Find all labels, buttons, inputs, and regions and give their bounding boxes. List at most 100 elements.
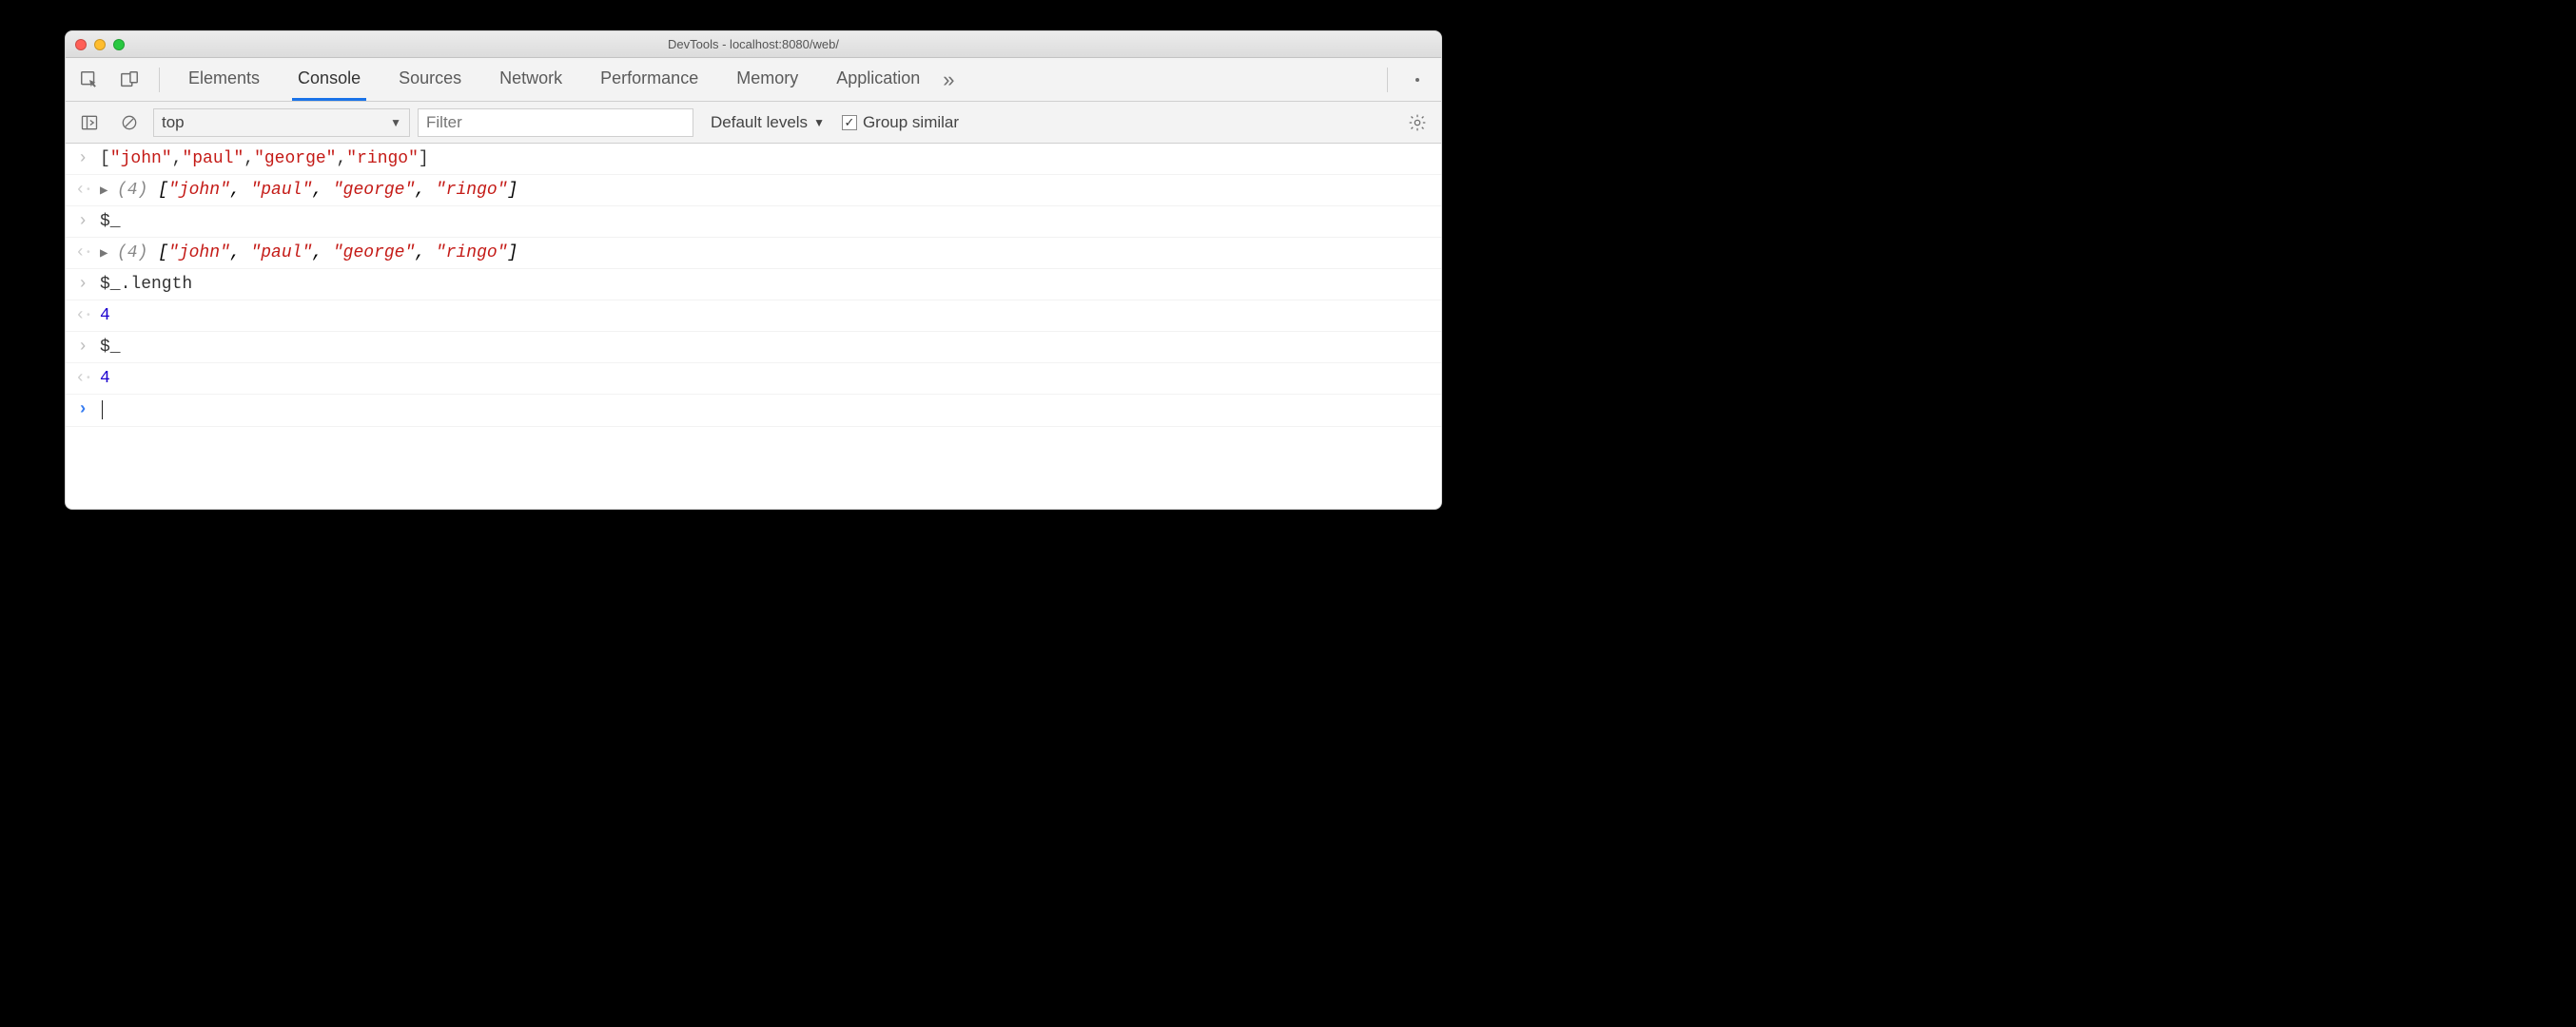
text-cursor <box>102 400 103 419</box>
tab-performance[interactable]: Performance <box>595 58 704 101</box>
token: "ringo" <box>436 181 508 200</box>
panel-tabs: Elements Console Sources Network Performance… <box>173 58 926 101</box>
tab-elements[interactable]: Elements <box>183 58 265 101</box>
array-length-meta: (4) <box>117 243 158 262</box>
console-settings-button[interactable] <box>1401 113 1434 132</box>
output-chevron-icon: ‹• <box>75 369 90 388</box>
token: 4 <box>100 306 110 325</box>
checkbox-icon <box>842 115 857 130</box>
expand-toggle-icon[interactable]: ▶ <box>100 183 113 199</box>
tab-network[interactable]: Network <box>494 58 568 101</box>
token: , <box>336 149 346 168</box>
input-chevron-icon: › <box>75 212 90 231</box>
token: "ringo" <box>436 243 508 262</box>
console-row-body: ["john","paul","george","ringo"] <box>100 149 1432 168</box>
console-row: › $_.length <box>66 269 1441 300</box>
output-chevron-icon: ‹• <box>75 243 90 262</box>
more-tabs-button[interactable]: » <box>933 68 964 92</box>
console-row: › $_ <box>66 206 1441 238</box>
input-chevron-icon: › <box>75 338 90 357</box>
console-row: ‹• 4 <box>66 300 1441 332</box>
divider <box>159 68 160 92</box>
console-row-body: 4 <box>100 306 1432 325</box>
log-levels-label: Default levels <box>711 113 808 132</box>
console-row: › ["john","paul","george","ringo"] <box>66 144 1441 175</box>
token: "george" <box>333 181 415 200</box>
settings-menu-button[interactable] <box>1401 76 1434 84</box>
token: "george" <box>333 243 415 262</box>
token: , <box>415 181 436 200</box>
console-row: › <box>66 395 1441 427</box>
token: [ <box>158 181 168 200</box>
input-chevron-icon: › <box>75 275 90 294</box>
window-title: DevTools - localhost:8080/web/ <box>66 37 1441 51</box>
execution-context-select[interactable]: top ▼ <box>153 108 410 137</box>
token: "paul" <box>182 149 244 168</box>
inspect-element-icon[interactable] <box>73 64 106 96</box>
console-row-body: $_ <box>100 338 1432 357</box>
token: ] <box>508 243 518 262</box>
expand-toggle-icon[interactable]: ▶ <box>100 245 113 262</box>
token: , <box>230 181 251 200</box>
token: , <box>244 149 254 168</box>
token: , <box>172 149 183 168</box>
console-row: ‹• 4 <box>66 363 1441 395</box>
token: $_ <box>100 212 121 231</box>
console-row-body: ▶(4) ["john", "paul", "george", "ringo"] <box>100 181 1432 200</box>
token: "ringo" <box>346 149 419 168</box>
token: ] <box>419 149 429 168</box>
zoom-window-button[interactable] <box>113 39 125 50</box>
toggle-console-sidebar-icon[interactable] <box>73 107 106 139</box>
console-row-body: 4 <box>100 369 1432 388</box>
console-row-body[interactable] <box>100 400 1432 420</box>
token: , <box>312 243 333 262</box>
console-row-body: $_.length <box>100 275 1432 294</box>
tab-console[interactable]: Console <box>292 58 366 101</box>
device-toolbar-icon[interactable] <box>113 64 146 96</box>
token: [ <box>158 243 168 262</box>
group-similar-label: Group similar <box>863 113 959 132</box>
console-row-body: $_ <box>100 212 1432 231</box>
console-output[interactable]: ›["john","paul","george","ringo"]‹•▶(4) … <box>66 144 1441 509</box>
console-row: ‹• ▶(4) ["john", "paul", "george", "ringo… <box>66 238 1441 269</box>
kebab-icon <box>1415 78 1419 82</box>
close-window-button[interactable] <box>75 39 87 50</box>
token: , <box>415 243 436 262</box>
token: "paul" <box>250 181 312 200</box>
output-chevron-icon: ‹• <box>75 306 90 325</box>
token: $_.length <box>100 275 192 294</box>
prompt-chevron-icon: › <box>75 400 90 419</box>
filter-input-wrapper[interactable] <box>418 108 693 137</box>
token: ] <box>508 181 518 200</box>
output-chevron-icon: ‹• <box>75 181 90 200</box>
clear-console-icon[interactable] <box>113 107 146 139</box>
dropdown-caret-icon: ▼ <box>390 116 401 129</box>
group-similar-toggle[interactable]: Group similar <box>832 113 959 132</box>
token: , <box>312 181 333 200</box>
tab-sources[interactable]: Sources <box>393 58 467 101</box>
main-toolbar: Elements Console Sources Network Performance… <box>66 58 1441 102</box>
token: [ <box>100 149 110 168</box>
console-row: ‹• ▶(4) ["john", "paul", "george", "ringo… <box>66 175 1441 206</box>
input-chevron-icon: › <box>75 149 90 168</box>
token: "john" <box>110 149 172 168</box>
token: "john" <box>168 243 230 262</box>
gear-icon <box>1408 113 1427 132</box>
chevron-double-right-icon: » <box>943 68 954 92</box>
tab-memory[interactable]: Memory <box>731 58 804 101</box>
array-length-meta: (4) <box>117 181 158 200</box>
filter-input[interactable] <box>426 113 685 132</box>
dropdown-caret-icon: ▼ <box>813 116 825 129</box>
titlebar: DevTools - localhost:8080/web/ <box>66 31 1441 58</box>
devtools-window: DevTools - localhost:8080/web/ Elements C… <box>65 30 1442 510</box>
execution-context-value: top <box>162 113 185 132</box>
console-toolbar: top ▼ Default levels ▼ Group similar <box>66 102 1441 144</box>
token: $_ <box>100 338 121 357</box>
token: , <box>230 243 251 262</box>
minimize-window-button[interactable] <box>94 39 106 50</box>
token: "paul" <box>250 243 312 262</box>
log-levels-select[interactable]: Default levels ▼ <box>701 113 825 132</box>
tab-application[interactable]: Application <box>830 58 926 101</box>
token: 4 <box>100 369 110 388</box>
console-row: › $_ <box>66 332 1441 363</box>
